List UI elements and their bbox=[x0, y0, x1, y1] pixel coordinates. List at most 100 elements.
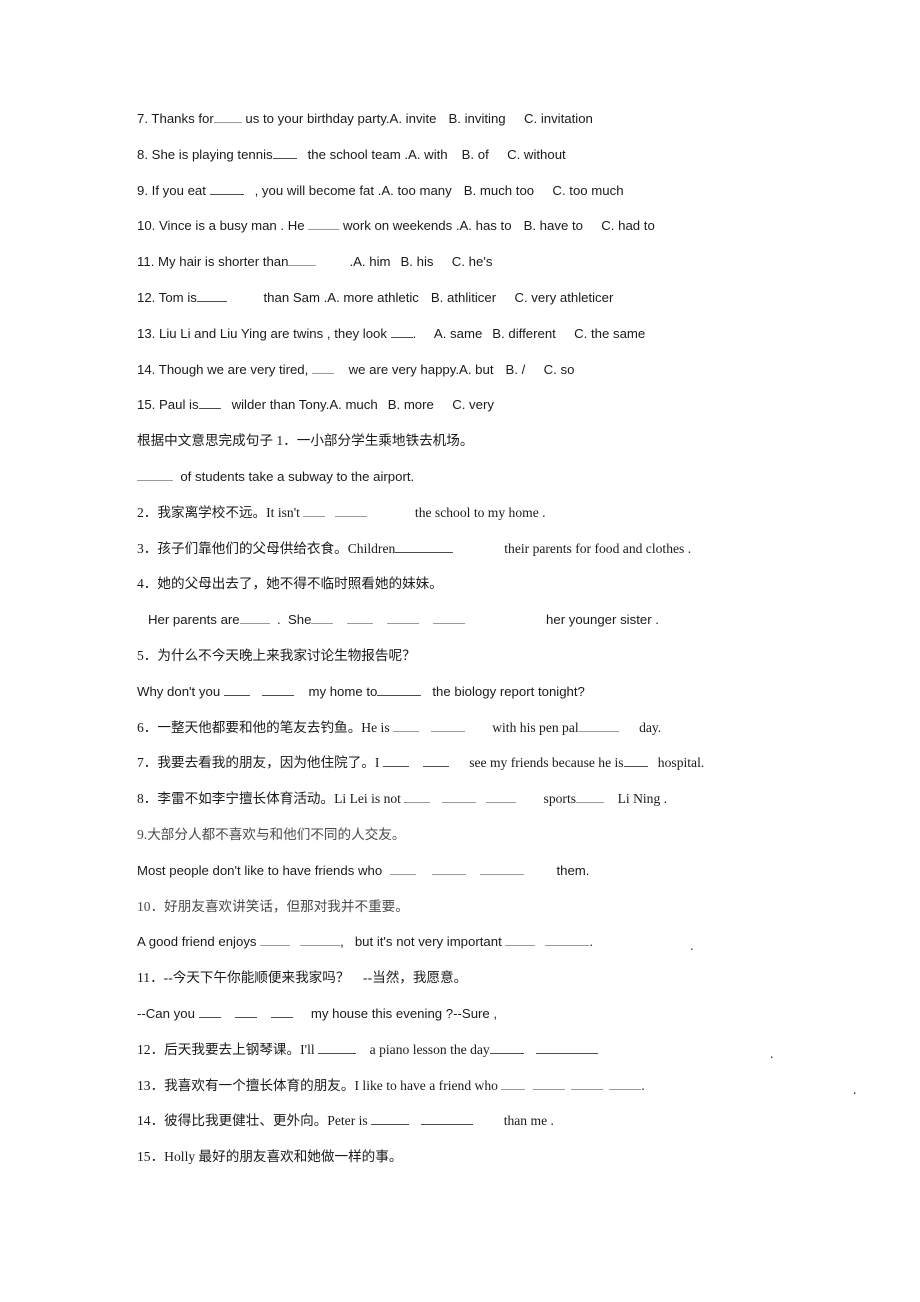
translation-item-8: 8．李雷不如李宁擅长体育活动。Li Lei is not sports Li N… bbox=[137, 790, 907, 826]
answer-blank[interactable] bbox=[489, 1041, 524, 1054]
question-options-13: B. different C. the same bbox=[492, 325, 646, 341]
answer-blank[interactable] bbox=[578, 719, 619, 732]
translation-item-7-mid: see my friends because he is bbox=[448, 755, 624, 771]
translation-item-11-chinese: 11．--今天下午你能顺便来我家吗？ --当然，我愿意。 bbox=[137, 970, 468, 986]
translation-item-5-after: the biology report tonight? bbox=[421, 683, 585, 699]
translation-item-5-english: Why don't you my home to the biology rep… bbox=[137, 683, 907, 719]
answer-blank[interactable] bbox=[311, 361, 334, 374]
translation-item-14: 14．彼得比我更健壮、更外向。Peter is than me . bbox=[137, 1112, 907, 1148]
answer-blank[interactable] bbox=[479, 862, 524, 875]
translation-item-2-after: the school to my home . bbox=[367, 504, 546, 520]
answer-blank[interactable] bbox=[198, 1005, 221, 1018]
answer-blank[interactable] bbox=[609, 1077, 642, 1090]
question-item-10: 10. Vince is a busy man . He work on wee… bbox=[137, 217, 907, 253]
translation-item-9-english: Most people don't like to have friends w… bbox=[137, 862, 907, 898]
answer-blank[interactable] bbox=[288, 253, 317, 267]
answer-blank[interactable] bbox=[318, 1041, 357, 1054]
answer-blank[interactable] bbox=[576, 790, 605, 804]
answer-blank[interactable] bbox=[234, 1005, 257, 1018]
answer-blank[interactable] bbox=[431, 719, 466, 732]
answer-blank[interactable] bbox=[300, 933, 341, 947]
answer-blank[interactable] bbox=[196, 289, 227, 302]
question-stem-14: 14. Though we are very tired, bbox=[137, 361, 312, 377]
answer-blank[interactable] bbox=[239, 611, 270, 625]
translation-item-12-mid: a piano lesson the day bbox=[356, 1041, 490, 1057]
answer-blank[interactable] bbox=[272, 146, 297, 159]
answer-blank[interactable] bbox=[213, 110, 242, 123]
translation-item-5-mid: my home to bbox=[293, 683, 378, 699]
translation-item-10-chinese: 10．好朋友喜欢讲笑话，但那对我并不重要。 bbox=[137, 898, 409, 914]
answer-blank[interactable] bbox=[486, 790, 517, 804]
translation-item-6-chinese: 6．一整天他都要和他的笔友去钓鱼。He is bbox=[137, 719, 394, 735]
question-options-12: B. athliticer C. very athleticer bbox=[430, 289, 614, 305]
answer-blank[interactable] bbox=[377, 683, 422, 696]
answer-blank[interactable] bbox=[261, 683, 294, 696]
answer-blank[interactable] bbox=[535, 1041, 598, 1054]
question-stem-10-after: work on weekends .A. has to bbox=[339, 218, 512, 234]
translation-item-4-text-b: . She bbox=[269, 612, 312, 628]
question-stem-10: 10. Vince is a busy man . He bbox=[137, 218, 309, 234]
answer-blank[interactable] bbox=[260, 933, 291, 947]
question-stem-7: 7. Thanks for bbox=[137, 111, 214, 126]
translation-item-7-chinese: 7．我要去看我的朋友，因为他住院了。I bbox=[137, 755, 383, 771]
answer-blank[interactable] bbox=[501, 1077, 526, 1090]
translation-item-3-after: their parents for food and clothes . bbox=[453, 540, 692, 556]
stray-period: . bbox=[853, 1081, 857, 1097]
answer-blank[interactable] bbox=[533, 1077, 566, 1090]
answer-blank[interactable] bbox=[505, 933, 536, 947]
answer-blank[interactable] bbox=[209, 182, 244, 195]
answer-blank[interactable] bbox=[421, 1112, 474, 1126]
translation-item-1-english: of students take a subway to the airport… bbox=[137, 468, 907, 504]
question-stem-9: 9. If you eat bbox=[137, 182, 210, 198]
question-stem-8-after: the school team .A. with bbox=[296, 146, 448, 162]
translation-item-15-chinese: 15．Holly 最好的朋友喜欢和她做一样的事。 bbox=[137, 1149, 403, 1165]
answer-blank[interactable] bbox=[393, 719, 420, 732]
answer-blank[interactable] bbox=[387, 611, 420, 625]
answer-blank[interactable] bbox=[404, 790, 431, 804]
translation-item-2-chinese: 2．我家离学校不远。It isn't bbox=[137, 504, 304, 520]
question-stem-15-after: wilder than Tony.A. much bbox=[220, 397, 378, 413]
question-stem-12-after: than Sam .A. more athletic bbox=[226, 289, 419, 305]
answer-blank[interactable] bbox=[223, 683, 250, 696]
answer-blank[interactable] bbox=[347, 611, 374, 625]
translation-item-4-text-c: her younger sister . bbox=[465, 612, 659, 628]
answer-blank[interactable] bbox=[422, 754, 449, 768]
translation-item-14-chinese: 14．彼得比我更健壮、更外向。Peter is bbox=[137, 1113, 372, 1129]
translation-item-4-chinese: 4．她的父母出去了，她不得不临时照看她的妹妹。 bbox=[137, 576, 443, 592]
answer-blank[interactable] bbox=[390, 325, 413, 338]
translation-item-10-mid: , but it's not very important bbox=[340, 934, 506, 950]
question-stem-8: 8. She is playing tennis bbox=[137, 146, 273, 162]
answer-blank[interactable] bbox=[623, 754, 648, 768]
translation-item-5-before: Why don't you bbox=[137, 683, 224, 699]
answer-blank[interactable] bbox=[308, 217, 340, 231]
translation-item-2: 2．我家离学校不远。It isn't the school to my home… bbox=[137, 504, 907, 540]
question-options-14: B. / C. so bbox=[505, 361, 575, 377]
question-item-12: 12. Tom is than Sam .A. more athletic B. … bbox=[137, 289, 907, 325]
question-item-9: 9. If you eat , you will become fat .A. … bbox=[137, 182, 907, 218]
answer-blank[interactable] bbox=[198, 396, 221, 410]
translation-item-11-english: --Can you my house this evening ?--Sure … bbox=[137, 1005, 907, 1041]
answer-blank[interactable] bbox=[382, 754, 409, 768]
answer-blank[interactable] bbox=[431, 862, 466, 875]
answer-blank[interactable] bbox=[395, 540, 454, 553]
answer-blank[interactable] bbox=[335, 504, 368, 517]
question-stem-12: 12. Tom is bbox=[137, 289, 197, 305]
answer-blank[interactable] bbox=[137, 468, 173, 481]
answer-blank[interactable] bbox=[303, 504, 326, 517]
answer-blank[interactable] bbox=[433, 611, 466, 625]
answer-blank[interactable] bbox=[545, 933, 590, 947]
translation-item-5-chinese: 5．为什么不今天晚上来我家讨论生物报告呢？ bbox=[137, 647, 416, 663]
answer-blank[interactable] bbox=[311, 611, 334, 625]
translation-section-heading: 根据中文意思完成句子 1．一小部分学生乘地铁去机场。 bbox=[137, 433, 474, 449]
question-item-7: 7. Thanks for us to your birthday party.… bbox=[137, 110, 907, 146]
answer-blank[interactable] bbox=[571, 1077, 604, 1090]
translation-item-9-after: them. bbox=[523, 862, 590, 878]
stray-period: . bbox=[690, 938, 694, 954]
answer-blank[interactable] bbox=[270, 1005, 293, 1018]
translation-item-13: 13．我喜欢有一个擅长体育的朋友。I like to have a friend… bbox=[137, 1077, 907, 1113]
question-options-9: B. much too C. too much bbox=[463, 182, 624, 198]
answer-blank[interactable] bbox=[371, 1112, 410, 1126]
answer-blank[interactable] bbox=[442, 790, 477, 804]
answer-blank[interactable] bbox=[389, 862, 416, 875]
question-options-7: B. inviting C. invitation bbox=[448, 111, 593, 126]
